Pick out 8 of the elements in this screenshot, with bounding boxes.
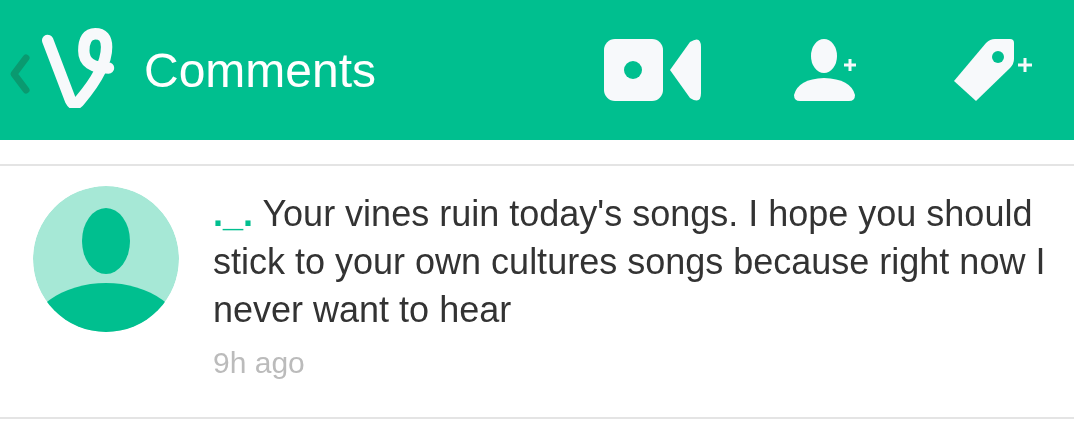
username-link[interactable]: ._. <box>213 193 254 234</box>
add-person-icon[interactable] <box>794 39 858 101</box>
back-icon[interactable] <box>8 52 32 96</box>
comment-text: ._. Your vines ruin today's songs. I hope you should stick to your own cultures songs because right now I never want to hear <box>213 192 1047 332</box>
avatar-icon[interactable] <box>33 186 179 332</box>
video-camera-icon[interactable] <box>604 39 702 101</box>
comment-time: 9h ago <box>213 346 306 380</box>
screen-title: Comments <box>144 42 377 98</box>
